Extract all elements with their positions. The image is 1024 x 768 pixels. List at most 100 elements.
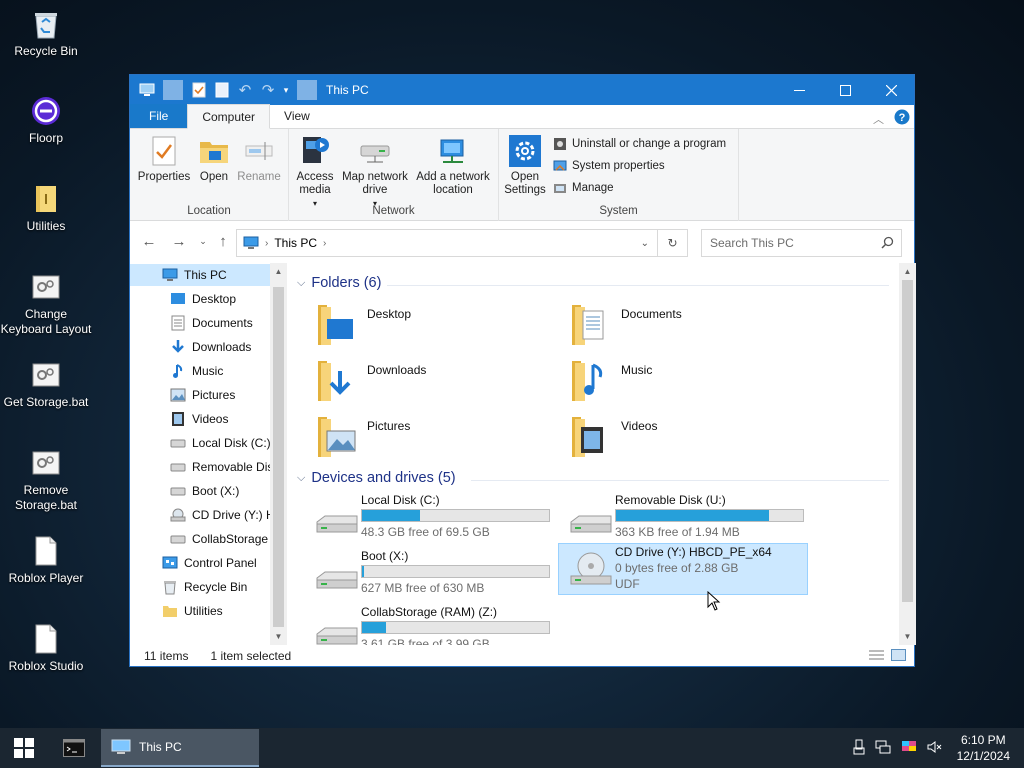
window-title: This PC xyxy=(326,83,369,97)
tab-file[interactable]: File xyxy=(130,104,188,128)
refresh-button[interactable]: ↻ xyxy=(657,229,688,257)
drive-local-disk-c[interactable]: Local Disk (C:) 48.3 GB free of 69.5 GB xyxy=(305,492,555,544)
desktop-icon-label: Get Storage.bat xyxy=(3,395,89,409)
desktop-icon-get-storage[interactable]: Get Storage.bat xyxy=(0,359,92,410)
help-icon[interactable]: ? xyxy=(894,109,910,128)
up-button[interactable]: ↑ xyxy=(214,232,232,250)
open-button[interactable]: Open xyxy=(194,134,234,184)
tab-computer[interactable]: Computer xyxy=(187,104,271,129)
drive-usage-bar xyxy=(361,621,550,634)
nav-item-local-disk[interactable]: Local Disk (C:) xyxy=(130,432,270,454)
properties-button[interactable]: Properties xyxy=(138,134,190,184)
taskbar-clock[interactable]: 6:10 PM 12/1/2024 xyxy=(957,732,1010,764)
display-icon[interactable] xyxy=(901,740,917,757)
manage-button[interactable]: Manage xyxy=(553,181,614,195)
undo-icon[interactable]: ↶ xyxy=(235,80,255,100)
music-icon xyxy=(170,363,186,379)
scrollbar-thumb[interactable] xyxy=(273,287,284,627)
scrollbar-thumb[interactable] xyxy=(902,280,913,602)
customize-quick-access-icon[interactable]: ▾ xyxy=(281,80,291,100)
nav-item-downloads[interactable]: Downloads xyxy=(130,336,270,358)
desktop-icon-recycle-bin[interactable]: Recycle Bin xyxy=(0,8,92,59)
hard-drive-icon xyxy=(316,627,358,645)
folders-group-header[interactable]: ⌵ Folders (6) xyxy=(297,275,381,291)
nav-item-control-panel[interactable]: Control Panel xyxy=(130,552,270,574)
network-icon[interactable] xyxy=(875,740,891,757)
back-button[interactable]: ← xyxy=(140,232,158,250)
uninstall-program-button[interactable]: Uninstall or change a program xyxy=(553,137,726,151)
drive-boot-x[interactable]: Boot (X:) 627 MB free of 630 MB xyxy=(305,548,555,600)
recent-locations-button[interactable]: ⌄ xyxy=(194,232,212,250)
desktop-icon-label: Floorp xyxy=(28,131,63,145)
desktop-icon-utilities[interactable]: Utilities xyxy=(0,183,92,234)
folder-documents[interactable]: Documents xyxy=(569,301,682,349)
maximize-button[interactable] xyxy=(822,75,868,105)
file-explorer-window: ↶ ↷ ▾ This PC File Computer View ︿ ? Pro… xyxy=(129,74,916,667)
ribbon-group-label: Location xyxy=(187,205,231,217)
nav-item-music[interactable]: Music xyxy=(130,360,270,382)
nav-item-cd-drive[interactable]: CD Drive (Y:) H xyxy=(130,504,270,526)
drives-group-header[interactable]: ⌵ Devices and drives (5) xyxy=(297,470,456,486)
folder-downloads[interactable]: Downloads xyxy=(315,357,426,405)
nav-item-videos[interactable]: Videos xyxy=(130,408,270,430)
open-settings-button[interactable]: Open Settings xyxy=(503,134,547,197)
nav-item-documents[interactable]: Documents xyxy=(130,312,270,334)
large-icons-view-icon[interactable] xyxy=(891,649,906,664)
nav-item-pictures[interactable]: Pictures xyxy=(130,384,270,406)
add-network-location-button[interactable]: Add a network location xyxy=(413,134,493,197)
music-folder-icon xyxy=(572,361,603,401)
nav-item-utilities[interactable]: Utilities xyxy=(130,600,270,622)
scroll-down-arrow-icon[interactable]: ▼ xyxy=(270,628,287,645)
address-dropdown-icon[interactable]: ⌄ xyxy=(641,238,649,249)
start-button[interactable] xyxy=(0,728,48,768)
system-properties-button[interactable]: System properties xyxy=(553,159,665,173)
minimize-button[interactable] xyxy=(776,75,822,105)
rename-button[interactable]: Rename xyxy=(234,134,284,184)
content-scrollbar[interactable]: ▲ ▼ xyxy=(899,263,916,645)
collapse-ribbon-icon[interactable]: ︿ xyxy=(873,111,884,127)
rename-icon xyxy=(242,134,276,168)
drive-removable-disk-u[interactable]: Removable Disk (U:) 363 KB free of 1.94 … xyxy=(559,492,809,544)
close-button[interactable] xyxy=(868,75,914,105)
taskbar-cmd[interactable] xyxy=(48,728,100,768)
nav-item-removable-disk[interactable]: Removable Dis xyxy=(130,456,270,478)
desktop-icon-floorp[interactable]: Floorp xyxy=(0,95,92,146)
desktop-icon-label: Recycle Bin xyxy=(14,44,78,58)
nav-item-boot[interactable]: Boot (X:) xyxy=(130,480,270,502)
desktop-icon xyxy=(170,291,186,307)
usb-device-icon[interactable] xyxy=(853,739,865,758)
desktop-icon-roblox-studio[interactable]: Roblox Studio xyxy=(0,623,92,674)
folder-pictures[interactable]: Pictures xyxy=(315,413,410,461)
desktop-icon-change-keyboard[interactable]: Change Keyboard Layout xyxy=(0,271,92,337)
scroll-up-arrow-icon[interactable]: ▲ xyxy=(270,263,287,280)
map-network-drive-button[interactable]: Map network drive ▾ xyxy=(339,134,411,210)
breadcrumb-this-pc[interactable]: This PC xyxy=(274,236,317,250)
volume-muted-icon[interactable] xyxy=(927,740,943,757)
nav-item-recycle-bin[interactable]: Recycle Bin xyxy=(130,576,270,598)
title-bar[interactable]: ↶ ↷ ▾ This PC xyxy=(130,75,914,105)
desktop-icon-remove-storage[interactable]: Remove Storage.bat xyxy=(0,447,92,513)
properties-quick-icon[interactable] xyxy=(189,80,209,100)
folder-music[interactable]: Music xyxy=(569,357,652,405)
folder-desktop[interactable]: Desktop xyxy=(315,301,411,349)
navigation-scrollbar[interactable]: ▲ ▼ xyxy=(270,263,287,645)
details-view-icon[interactable] xyxy=(869,649,884,664)
nav-item-desktop[interactable]: Desktop xyxy=(130,288,270,310)
scroll-down-arrow-icon[interactable]: ▼ xyxy=(899,628,916,645)
taskbar-this-pc[interactable]: This PC xyxy=(101,729,259,767)
search-input[interactable]: Search This PC xyxy=(701,229,902,257)
scroll-up-arrow-icon[interactable]: ▲ xyxy=(899,263,916,280)
nav-item-collabstorage[interactable]: CollabStorage xyxy=(130,528,270,550)
redo-icon[interactable]: ↷ xyxy=(258,80,278,100)
desktop-icon-roblox-player[interactable]: Roblox Player xyxy=(0,535,92,586)
navigation-pane: This PC Desktop Documents Downloads Musi… xyxy=(130,263,287,645)
forward-button[interactable]: → xyxy=(170,232,188,250)
folder-videos[interactable]: Videos xyxy=(569,413,657,461)
drive-cd-drive-y[interactable]: CD Drive (Y:) HBCD_PE_x64 0 bytes free o… xyxy=(558,543,808,595)
drive-collabstorage-z[interactable]: CollabStorage (RAM) (Z:) 3.61 GB free of… xyxy=(305,604,555,645)
new-folder-quick-icon[interactable] xyxy=(212,80,232,100)
nav-item-this-pc[interactable]: This PC xyxy=(130,264,270,286)
access-media-button[interactable]: Access media ▾ xyxy=(293,134,337,210)
address-bar[interactable]: › This PC › ⌄ xyxy=(236,229,658,257)
tab-view[interactable]: View xyxy=(270,104,324,128)
